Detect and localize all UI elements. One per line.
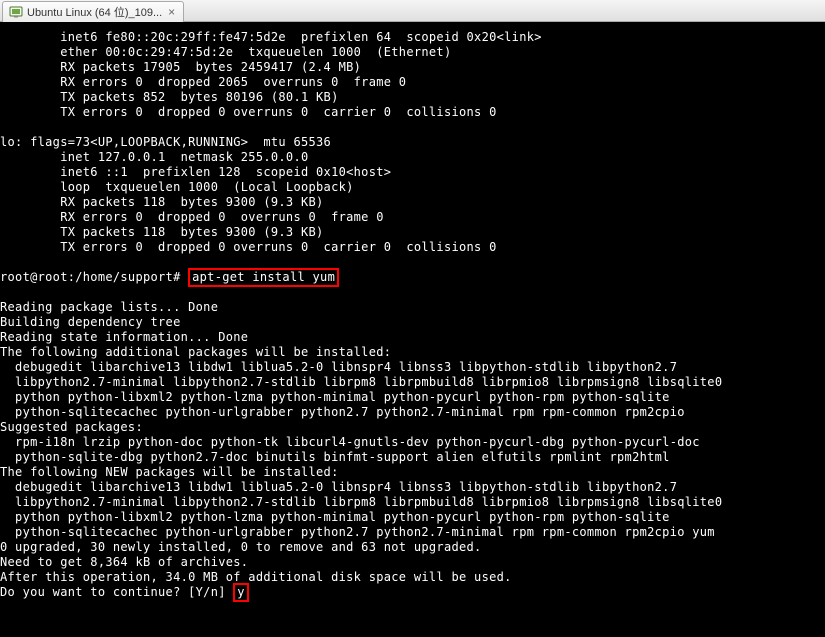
- tab-title: Ubuntu Linux (64 位)_109...: [27, 4, 162, 20]
- terminal-post-lines: Reading package lists... Done Building d…: [0, 300, 722, 584]
- terminal-output[interactable]: inet6 fe80::20c:29ff:fe47:5d2e prefixlen…: [0, 22, 825, 637]
- command-highlight: apt-get install yum: [188, 268, 339, 287]
- vm-tab[interactable]: Ubuntu Linux (64 位)_109... ×: [2, 1, 184, 22]
- shell-prompt: root@root:/home/support#: [0, 270, 188, 284]
- terminal-pre-lines: inet6 fe80::20c:29ff:fe47:5d2e prefixlen…: [0, 30, 542, 254]
- window-tab-bar: Ubuntu Linux (64 位)_109... ×: [0, 0, 825, 22]
- typed-command: apt-get install yum: [192, 270, 335, 284]
- confirm-line: Do you want to continue? [Y/n] y: [0, 585, 825, 600]
- confirm-input-highlight: y: [233, 583, 249, 602]
- vm-icon: [9, 5, 23, 19]
- prompt-line: root@root:/home/support# apt-get install…: [0, 270, 825, 285]
- confirm-prompt: Do you want to continue? [Y/n]: [0, 585, 233, 599]
- confirm-input: y: [237, 585, 245, 599]
- tab-close-button[interactable]: ×: [166, 5, 177, 19]
